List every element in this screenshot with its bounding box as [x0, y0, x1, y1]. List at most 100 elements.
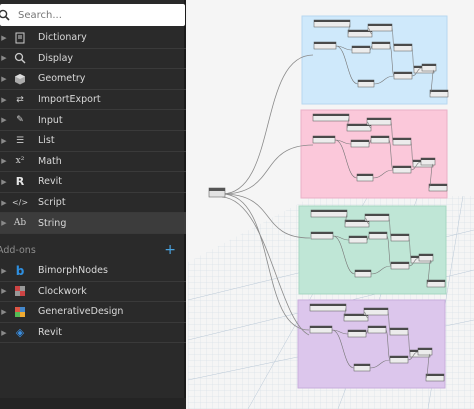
- graph-node-header: [369, 232, 387, 234]
- graph-node-header: [421, 158, 435, 160]
- search-bar[interactable]: [0, 4, 185, 26]
- graph-node-header: [311, 210, 347, 212]
- cube-icon: [13, 72, 27, 86]
- graph-node-header: [418, 348, 432, 350]
- chevron-right-icon: ▶: [1, 307, 7, 316]
- graph-node-header: [394, 44, 412, 46]
- search-icon: [0, 9, 10, 21]
- addon-item-generativedesign[interactable]: ▶ GenerativeDesign: [0, 302, 186, 323]
- graph-node-header: [364, 308, 388, 310]
- chevron-right-icon: ▶: [1, 136, 7, 145]
- source-node[interactable]: [208, 187, 226, 198]
- library-item-label: String: [38, 217, 67, 229]
- library-item-input[interactable]: ▶ ✎ Input: [0, 110, 186, 131]
- chevron-right-icon: ▶: [1, 54, 7, 63]
- addon-item-bimorphnodes[interactable]: ▶ b BimorphNodes: [0, 261, 186, 282]
- graph-node-header: [368, 24, 392, 26]
- graph-node-header: [390, 356, 408, 358]
- code-icon: </>: [11, 198, 29, 208]
- library-item-label: ImportExport: [38, 94, 101, 106]
- graph-node-header: [352, 46, 370, 48]
- search-input[interactable]: [16, 8, 170, 22]
- addons-label: Add-ons: [0, 244, 36, 256]
- library-item-label: Math: [38, 155, 62, 167]
- library-categories: ▶ Dictionary ▶ Display ▶ Geometry ▶ ⇄ Im…: [0, 28, 186, 234]
- list-icon: ☰: [15, 135, 25, 146]
- graph-node-header: [430, 90, 448, 92]
- graph-node-header: [367, 118, 391, 120]
- search-icon: [13, 51, 27, 65]
- library-item-list[interactable]: ▶ ☰ List: [0, 131, 186, 152]
- graph-node-header: [426, 374, 444, 376]
- chevron-right-icon: ▶: [1, 266, 7, 275]
- graph-node-header: [427, 280, 445, 282]
- graph-node-header: [391, 234, 409, 236]
- graph-node-header: [419, 254, 433, 256]
- library-item-string[interactable]: ▶ Ab String: [0, 213, 186, 234]
- library-item-math[interactable]: ▶ x² Math: [0, 152, 186, 173]
- graph-node-header: [394, 72, 412, 74]
- chevron-right-icon: ▶: [1, 219, 7, 228]
- library-item-script[interactable]: ▶ </> Script: [0, 193, 186, 214]
- math-icon: x²: [15, 156, 25, 167]
- graph-node-header: [314, 42, 336, 44]
- chevron-right-icon: ▶: [1, 116, 7, 125]
- chevron-right-icon: ▶: [1, 328, 7, 337]
- graph-node-header: [355, 270, 371, 272]
- addon-item-clockwork[interactable]: ▶ Clockwork: [0, 282, 186, 303]
- graph-node-header: [391, 262, 409, 264]
- library-item-label: Geometry: [38, 73, 86, 85]
- chevron-right-icon: ▶: [1, 74, 7, 83]
- graph-node-header: [358, 80, 374, 82]
- graph-node-header: [311, 232, 333, 234]
- addon-item-revit[interactable]: ▶ ◈ Revit: [0, 323, 186, 344]
- clockwork-icon: [13, 284, 27, 298]
- library-item-importexport[interactable]: ▶ ⇄ ImportExport: [0, 90, 186, 111]
- import-export-icon: ⇄: [16, 94, 24, 105]
- graph-node-header: [351, 140, 369, 142]
- library-item-display[interactable]: ▶ Display: [0, 49, 186, 70]
- pencil-icon: ✎: [16, 115, 24, 126]
- library-item-label: GenerativeDesign: [38, 306, 124, 318]
- graph-node-header: [393, 166, 411, 168]
- library-item-label: List: [38, 135, 55, 147]
- chevron-right-icon: ▶: [1, 287, 7, 296]
- revit-icon: R: [15, 175, 25, 189]
- graph-node-header: [390, 328, 408, 330]
- graph-view[interactable]: [188, 0, 474, 409]
- library-item-label: BimorphNodes: [38, 265, 108, 277]
- graph-node-header: [354, 364, 370, 366]
- addons-list: ▶ b BimorphNodes ▶ Clockwork ▶ Generativ…: [0, 261, 186, 344]
- status-bar: [0, 398, 186, 409]
- library-item-label: Dictionary: [38, 32, 87, 44]
- addons-header: Add-ons +: [0, 240, 186, 260]
- graph-node-header: [349, 236, 367, 238]
- library-item-geometry[interactable]: ▶ Geometry: [0, 69, 186, 90]
- library-item-label: Revit: [38, 327, 63, 339]
- library-item-label: Clockwork: [38, 285, 87, 297]
- generative-design-icon: [13, 305, 27, 319]
- graph-canvas[interactable]: [188, 0, 474, 409]
- library-panel: ▶ Dictionary ▶ Display ▶ Geometry ▶ ⇄ Im…: [0, 0, 186, 409]
- string-icon: Ab: [13, 218, 27, 229]
- graph-node-header: [429, 184, 447, 186]
- graph-node-header: [310, 304, 346, 306]
- graph-node-header: [348, 330, 366, 332]
- graph-node-header: [393, 138, 411, 140]
- library-item-label: Script: [38, 197, 66, 209]
- bimorph-icon: b: [15, 263, 25, 278]
- graph-node-header: [368, 326, 386, 328]
- library-item-revit[interactable]: ▶ R Revit: [0, 172, 186, 193]
- library-item-label: Input: [38, 114, 63, 126]
- graph-node-header: [313, 114, 349, 116]
- graph-node-header: [365, 214, 389, 216]
- chevron-right-icon: ▶: [1, 177, 7, 186]
- graph-node-header: [310, 326, 332, 328]
- add-icon[interactable]: +: [164, 242, 176, 258]
- library-item-dictionary[interactable]: ▶ Dictionary: [0, 28, 186, 49]
- chevron-right-icon: ▶: [1, 198, 7, 207]
- graph-node-header: [422, 64, 436, 66]
- library-item-label: Revit: [38, 176, 63, 188]
- graph-node-header: [357, 174, 373, 176]
- graph-node-header: [314, 20, 350, 22]
